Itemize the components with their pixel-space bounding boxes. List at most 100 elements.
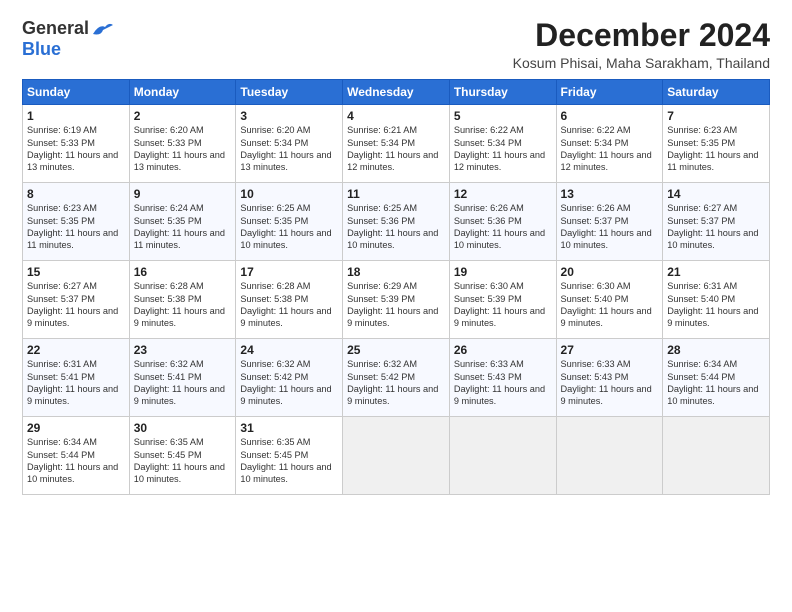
calendar-cell: 2Sunrise: 6:20 AMSunset: 5:33 PMDaylight… [129,105,236,183]
day-info: Sunrise: 6:33 AMSunset: 5:43 PMDaylight:… [561,358,659,408]
day-number: 25 [347,343,445,357]
day-info: Sunrise: 6:32 AMSunset: 5:42 PMDaylight:… [347,358,445,408]
calendar-cell [449,417,556,495]
logo: General Blue [22,18,113,60]
day-number: 30 [134,421,232,435]
day-info: Sunrise: 6:35 AMSunset: 5:45 PMDaylight:… [134,436,232,486]
calendar-cell: 9Sunrise: 6:24 AMSunset: 5:35 PMDaylight… [129,183,236,261]
day-number: 15 [27,265,125,279]
calendar-cell: 19Sunrise: 6:30 AMSunset: 5:39 PMDayligh… [449,261,556,339]
day-info: Sunrise: 6:29 AMSunset: 5:39 PMDaylight:… [347,280,445,330]
day-info: Sunrise: 6:26 AMSunset: 5:37 PMDaylight:… [561,202,659,252]
page-container: General Blue December 2024 Kosum Phisai,… [0,0,792,505]
day-number: 11 [347,187,445,201]
day-info: Sunrise: 6:20 AMSunset: 5:34 PMDaylight:… [240,124,338,174]
day-number: 5 [454,109,552,123]
day-info: Sunrise: 6:27 AMSunset: 5:37 PMDaylight:… [27,280,125,330]
calendar-cell: 26Sunrise: 6:33 AMSunset: 5:43 PMDayligh… [449,339,556,417]
day-info: Sunrise: 6:23 AMSunset: 5:35 PMDaylight:… [27,202,125,252]
calendar-cell: 15Sunrise: 6:27 AMSunset: 5:37 PMDayligh… [23,261,130,339]
day-info: Sunrise: 6:31 AMSunset: 5:40 PMDaylight:… [667,280,765,330]
calendar-cell: 22Sunrise: 6:31 AMSunset: 5:41 PMDayligh… [23,339,130,417]
calendar-week-row: 22Sunrise: 6:31 AMSunset: 5:41 PMDayligh… [23,339,770,417]
day-number: 6 [561,109,659,123]
day-info: Sunrise: 6:20 AMSunset: 5:33 PMDaylight:… [134,124,232,174]
logo-blue-text: Blue [22,39,61,59]
day-info: Sunrise: 6:34 AMSunset: 5:44 PMDaylight:… [27,436,125,486]
day-info: Sunrise: 6:28 AMSunset: 5:38 PMDaylight:… [240,280,338,330]
day-number: 13 [561,187,659,201]
day-info: Sunrise: 6:22 AMSunset: 5:34 PMDaylight:… [454,124,552,174]
day-info: Sunrise: 6:32 AMSunset: 5:41 PMDaylight:… [134,358,232,408]
day-number: 19 [454,265,552,279]
day-number: 7 [667,109,765,123]
calendar-cell: 5Sunrise: 6:22 AMSunset: 5:34 PMDaylight… [449,105,556,183]
day-number: 2 [134,109,232,123]
calendar-cell: 13Sunrise: 6:26 AMSunset: 5:37 PMDayligh… [556,183,663,261]
calendar-cell: 11Sunrise: 6:25 AMSunset: 5:36 PMDayligh… [343,183,450,261]
calendar-week-row: 1Sunrise: 6:19 AMSunset: 5:33 PMDaylight… [23,105,770,183]
calendar-week-row: 15Sunrise: 6:27 AMSunset: 5:37 PMDayligh… [23,261,770,339]
day-info: Sunrise: 6:26 AMSunset: 5:36 PMDaylight:… [454,202,552,252]
calendar-week-row: 29Sunrise: 6:34 AMSunset: 5:44 PMDayligh… [23,417,770,495]
calendar-cell: 4Sunrise: 6:21 AMSunset: 5:34 PMDaylight… [343,105,450,183]
calendar-cell: 3Sunrise: 6:20 AMSunset: 5:34 PMDaylight… [236,105,343,183]
day-info: Sunrise: 6:19 AMSunset: 5:33 PMDaylight:… [27,124,125,174]
day-number: 10 [240,187,338,201]
calendar-cell: 23Sunrise: 6:32 AMSunset: 5:41 PMDayligh… [129,339,236,417]
day-info: Sunrise: 6:32 AMSunset: 5:42 PMDaylight:… [240,358,338,408]
calendar-cell: 8Sunrise: 6:23 AMSunset: 5:35 PMDaylight… [23,183,130,261]
day-number: 20 [561,265,659,279]
day-info: Sunrise: 6:33 AMSunset: 5:43 PMDaylight:… [454,358,552,408]
header: General Blue December 2024 Kosum Phisai,… [22,18,770,71]
day-number: 16 [134,265,232,279]
calendar-cell: 28Sunrise: 6:34 AMSunset: 5:44 PMDayligh… [663,339,770,417]
day-number: 9 [134,187,232,201]
calendar-cell: 24Sunrise: 6:32 AMSunset: 5:42 PMDayligh… [236,339,343,417]
day-info: Sunrise: 6:22 AMSunset: 5:34 PMDaylight:… [561,124,659,174]
calendar-cell [663,417,770,495]
day-number: 21 [667,265,765,279]
calendar-cell: 30Sunrise: 6:35 AMSunset: 5:45 PMDayligh… [129,417,236,495]
title-block: December 2024 Kosum Phisai, Maha Sarakha… [513,18,770,71]
day-number: 23 [134,343,232,357]
calendar-cell: 29Sunrise: 6:34 AMSunset: 5:44 PMDayligh… [23,417,130,495]
day-number: 3 [240,109,338,123]
day-info: Sunrise: 6:25 AMSunset: 5:36 PMDaylight:… [347,202,445,252]
day-info: Sunrise: 6:30 AMSunset: 5:40 PMDaylight:… [561,280,659,330]
location-title: Kosum Phisai, Maha Sarakham, Thailand [513,55,770,71]
day-info: Sunrise: 6:21 AMSunset: 5:34 PMDaylight:… [347,124,445,174]
calendar-cell: 27Sunrise: 6:33 AMSunset: 5:43 PMDayligh… [556,339,663,417]
calendar-cell: 1Sunrise: 6:19 AMSunset: 5:33 PMDaylight… [23,105,130,183]
day-number: 4 [347,109,445,123]
calendar-cell: 18Sunrise: 6:29 AMSunset: 5:39 PMDayligh… [343,261,450,339]
col-monday: Monday [129,80,236,105]
calendar-cell: 31Sunrise: 6:35 AMSunset: 5:45 PMDayligh… [236,417,343,495]
day-info: Sunrise: 6:24 AMSunset: 5:35 PMDaylight:… [134,202,232,252]
day-number: 27 [561,343,659,357]
calendar-cell: 10Sunrise: 6:25 AMSunset: 5:35 PMDayligh… [236,183,343,261]
logo-general-text: General [22,18,89,39]
day-info: Sunrise: 6:28 AMSunset: 5:38 PMDaylight:… [134,280,232,330]
calendar-cell [556,417,663,495]
day-info: Sunrise: 6:35 AMSunset: 5:45 PMDaylight:… [240,436,338,486]
day-number: 29 [27,421,125,435]
col-wednesday: Wednesday [343,80,450,105]
day-number: 17 [240,265,338,279]
day-number: 8 [27,187,125,201]
day-info: Sunrise: 6:27 AMSunset: 5:37 PMDaylight:… [667,202,765,252]
calendar-cell: 7Sunrise: 6:23 AMSunset: 5:35 PMDaylight… [663,105,770,183]
calendar-cell [343,417,450,495]
day-info: Sunrise: 6:31 AMSunset: 5:41 PMDaylight:… [27,358,125,408]
calendar-cell: 25Sunrise: 6:32 AMSunset: 5:42 PMDayligh… [343,339,450,417]
calendar-cell: 17Sunrise: 6:28 AMSunset: 5:38 PMDayligh… [236,261,343,339]
day-number: 24 [240,343,338,357]
day-info: Sunrise: 6:25 AMSunset: 5:35 PMDaylight:… [240,202,338,252]
calendar-table: Sunday Monday Tuesday Wednesday Thursday… [22,79,770,495]
day-info: Sunrise: 6:34 AMSunset: 5:44 PMDaylight:… [667,358,765,408]
calendar-week-row: 8Sunrise: 6:23 AMSunset: 5:35 PMDaylight… [23,183,770,261]
day-number: 1 [27,109,125,123]
calendar-cell: 14Sunrise: 6:27 AMSunset: 5:37 PMDayligh… [663,183,770,261]
day-number: 31 [240,421,338,435]
day-number: 18 [347,265,445,279]
